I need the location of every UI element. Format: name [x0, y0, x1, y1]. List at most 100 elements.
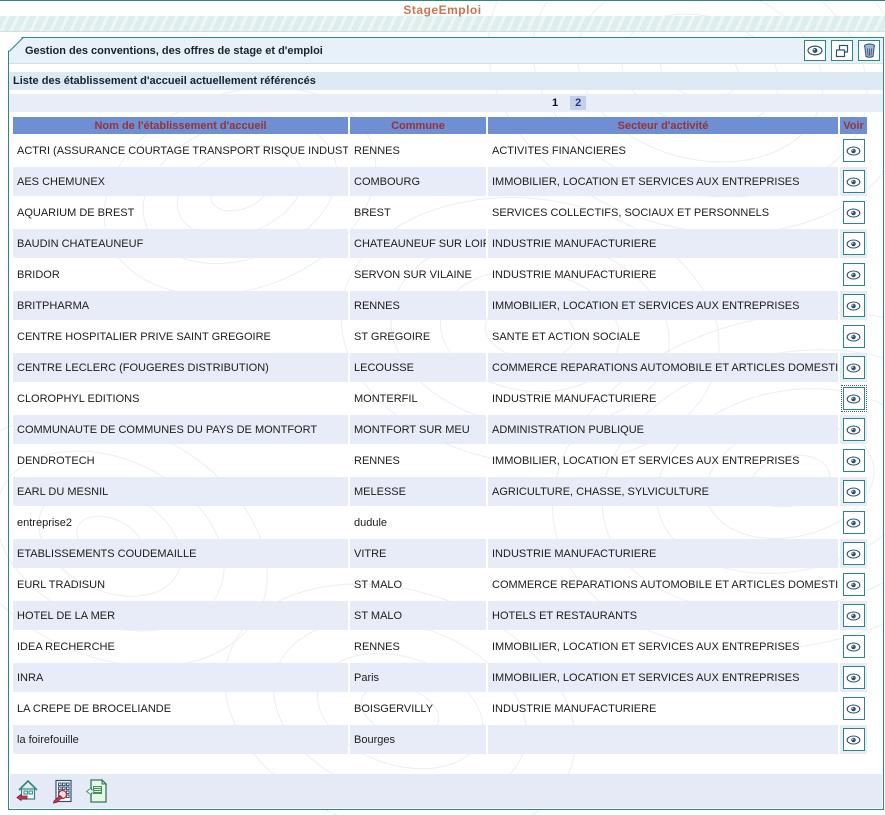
eye-icon [846, 177, 861, 187]
cell-secteur: ADMINISTRATION PUBLIQUE [488, 415, 838, 444]
cell-voir [840, 415, 867, 444]
view-row-button[interactable] [843, 356, 865, 379]
cell-commune: Bourges [350, 725, 486, 754]
cell-commune: ST GREGOIRE [350, 322, 486, 351]
app-brand: StageEmploi [403, 3, 481, 17]
panel-title: Gestion des conventions, des offres de s… [25, 45, 799, 57]
cell-voir [840, 570, 867, 599]
cell-commune: RENNES [350, 446, 486, 475]
cell-voir [840, 601, 867, 630]
excel-export-icon [86, 778, 110, 804]
view-row-button[interactable] [843, 449, 865, 472]
footer-toolbar [10, 774, 882, 808]
cell-commune: ST MALO [350, 570, 486, 599]
home-back-icon [15, 778, 41, 804]
view-row-button[interactable] [843, 387, 865, 410]
cell-secteur: IMMOBILIER, LOCATION ET SERVICES AUX ENT… [488, 291, 838, 320]
cell-commune: BREST [350, 198, 486, 227]
eye-icon [846, 239, 861, 249]
cell-secteur: AGRICULTURE, CHASSE, SYLVICULTURE [488, 477, 838, 506]
eye-icon [846, 425, 861, 435]
pagination: 12 [549, 96, 586, 110]
cell-secteur [488, 725, 838, 754]
cell-nom: CENTRE HOSPITALIER PRIVE SAINT GREGOIRE [13, 322, 348, 351]
view-row-button[interactable] [843, 511, 865, 534]
cell-nom: CLOROPHYL EDITIONS [13, 384, 348, 413]
cell-secteur: IMMOBILIER, LOCATION ET SERVICES AUX ENT… [488, 663, 838, 692]
cell-voir [840, 260, 867, 289]
view-row-button[interactable] [843, 294, 865, 317]
cell-commune: RENNES [350, 136, 486, 165]
trash-icon [863, 43, 876, 58]
cell-nom: ETABLISSEMENTS COUDEMAILLE [13, 539, 348, 568]
view-row-button[interactable] [843, 542, 865, 565]
cell-secteur: COMMERCE REPARATIONS AUTOMOBILE ET ARTIC… [488, 353, 838, 382]
column-header-2: Secteur d'activité [488, 117, 838, 134]
eye-icon [846, 642, 861, 652]
excel-export-button[interactable] [85, 778, 111, 804]
view-row-button[interactable] [843, 170, 865, 193]
page-number-link[interactable]: 2 [570, 96, 586, 110]
page-number-current: 1 [549, 96, 561, 110]
cell-commune: RENNES [350, 632, 486, 661]
list-title-bar: Liste des établissement d'accueil actuel… [9, 72, 883, 90]
cell-commune: MONTERFIL [350, 384, 486, 413]
cell-voir [840, 725, 867, 754]
cascade-windows-button[interactable] [831, 40, 853, 61]
delete-button[interactable] [858, 40, 880, 61]
view-row-button[interactable] [843, 728, 865, 751]
view-row-button[interactable] [843, 573, 865, 596]
eye-icon [846, 518, 861, 528]
cell-commune: MONTFORT SUR MEU [350, 415, 486, 444]
cell-voir [840, 632, 867, 661]
view-row-button[interactable] [843, 232, 865, 255]
panel-header: Gestion des conventions, des offres de s… [9, 38, 883, 64]
cell-commune: BOISGERVILLY [350, 694, 486, 723]
eye-icon [846, 270, 861, 280]
cell-commune: dudule [350, 508, 486, 537]
top-decorative-band [0, 16, 885, 32]
eye-icon [846, 487, 861, 497]
cell-voir [840, 539, 867, 568]
eye-icon [846, 363, 861, 373]
eye-icon [846, 673, 861, 683]
cell-voir [840, 477, 867, 506]
cell-commune: COMBOURG [350, 167, 486, 196]
cell-voir [840, 384, 867, 413]
view-button[interactable] [804, 40, 826, 61]
view-row-button[interactable] [843, 263, 865, 286]
cell-commune: VITRE [350, 539, 486, 568]
cell-voir [840, 446, 867, 475]
cell-nom: entreprise2 [13, 508, 348, 537]
cell-voir [840, 508, 867, 537]
cell-secteur: INDUSTRIE MANUFACTURIERE [488, 260, 838, 289]
view-row-button[interactable] [843, 480, 865, 503]
view-row-button[interactable] [843, 201, 865, 224]
pagination-bar: 12 [9, 94, 883, 112]
cell-nom: COMMUNAUTE DE COMMUNES DU PAYS DE MONTFO… [13, 415, 348, 444]
cell-nom: BRITPHARMA [13, 291, 348, 320]
cell-voir [840, 136, 867, 165]
column-header-1: Commune [350, 117, 486, 134]
home-back-button[interactable] [15, 778, 41, 804]
cell-secteur: HOTELS ET RESTAURANTS [488, 601, 838, 630]
cell-commune: LECOUSSE [350, 353, 486, 382]
view-row-button[interactable] [843, 635, 865, 658]
cell-secteur: IMMOBILIER, LOCATION ET SERVICES AUX ENT… [488, 167, 838, 196]
view-row-button[interactable] [843, 666, 865, 689]
eye-icon [846, 301, 861, 311]
cell-secteur: SERVICES COLLECTIFS, SOCIAUX ET PERSONNE… [488, 198, 838, 227]
view-row-button[interactable] [843, 418, 865, 441]
view-row-button[interactable] [843, 139, 865, 162]
brand-strip: StageEmploi [0, 1, 885, 16]
view-row-button[interactable] [843, 325, 865, 348]
cell-commune: CHATEAUNEUF SUR LOIRE [350, 229, 486, 258]
cell-voir [840, 291, 867, 320]
establishment-edit-button[interactable] [50, 778, 76, 804]
cell-voir [840, 694, 867, 723]
view-row-button[interactable] [843, 697, 865, 720]
eye-icon [846, 704, 861, 714]
cell-secteur: IMMOBILIER, LOCATION ET SERVICES AUX ENT… [488, 446, 838, 475]
cell-nom: EURL TRADISUN [13, 570, 348, 599]
view-row-button[interactable] [843, 604, 865, 627]
